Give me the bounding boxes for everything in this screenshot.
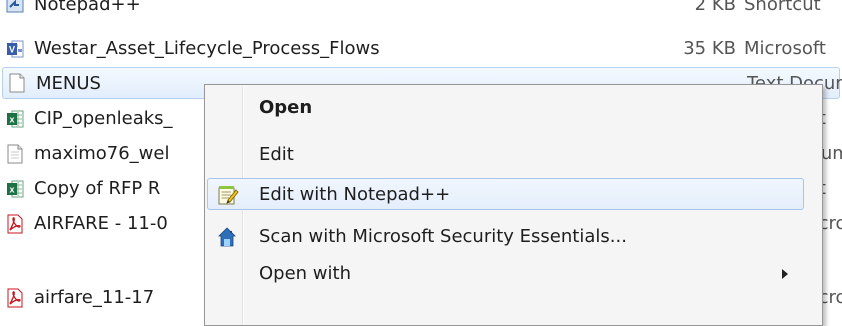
notepad-plus-plus-icon <box>218 186 239 205</box>
visio-icon: V <box>7 40 24 58</box>
file-name: Copy of RFP R <box>34 178 161 199</box>
submenu-arrow-icon <box>782 269 788 279</box>
menu-item-label: Open <box>259 97 313 118</box>
menu-item-edit-with-notepadpp[interactable]: Edit with Notepad++ <box>207 178 804 210</box>
file-size: 35 KB <box>683 38 736 59</box>
text-file-icon <box>9 73 25 93</box>
file-row-westar[interactable]: V Westar_Asset_Lifecycle_Process_Flows 3… <box>0 32 842 66</box>
shortcut-icon <box>6 0 24 13</box>
security-essentials-icon <box>218 227 236 247</box>
pdf-icon <box>7 288 23 308</box>
svg-text:V: V <box>9 45 15 55</box>
svg-text:x: x <box>9 185 14 195</box>
file-size: 2 KB <box>694 0 736 15</box>
file-row-notepadpp[interactable]: Notepad++ 2 KB Shortcut <box>0 0 842 22</box>
menu-item-open[interactable]: Open <box>207 92 804 124</box>
pdf-icon <box>7 214 23 234</box>
menu-item-scan-security-essentials[interactable]: Scan with Microsoft Security Essentials.… <box>207 221 804 253</box>
menu-item-label: Edit with Notepad++ <box>259 184 451 205</box>
file-name: AIRFARE - 11-0 <box>34 213 168 234</box>
file-name: MENUS <box>36 73 101 94</box>
file-name: maximo76_wel <box>34 143 170 164</box>
svg-text:x: x <box>9 115 14 125</box>
file-type: Shortcut <box>744 0 821 15</box>
context-menu: Open Edit Edit with Notepad++ Scan with … <box>204 84 823 326</box>
menu-item-edit[interactable]: Edit <box>207 139 804 171</box>
text-file-icon <box>7 144 23 164</box>
file-name: Westar_Asset_Lifecycle_Process_Flows <box>34 38 380 59</box>
menu-item-label: Edit <box>259 144 294 165</box>
menu-item-label: Scan with Microsoft Security Essentials.… <box>259 226 627 247</box>
menu-item-open-with[interactable]: Open with <box>207 258 804 290</box>
file-name: CIP_openleaks_ <box>34 108 173 129</box>
excel-icon: x <box>7 110 24 128</box>
file-name: Notepad++ <box>34 0 141 15</box>
file-name: airfare_11-17 <box>34 287 155 308</box>
file-type: Microsoft <box>744 38 826 59</box>
menu-item-label: Open with <box>259 263 351 284</box>
excel-icon: x <box>7 180 24 198</box>
